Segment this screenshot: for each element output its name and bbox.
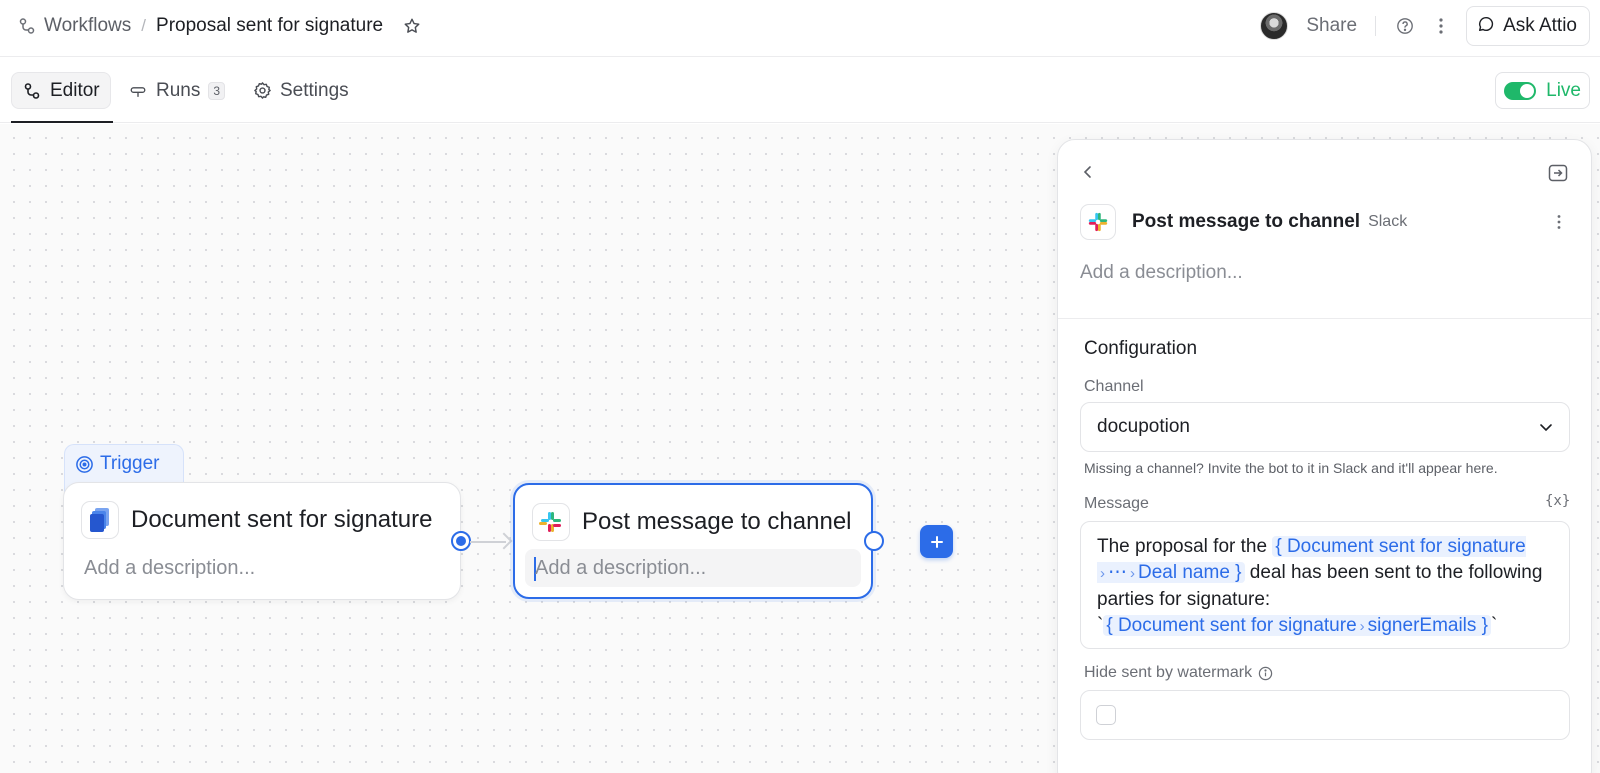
runs-icon xyxy=(128,81,148,101)
panel-description-input[interactable]: Add a description... xyxy=(1080,262,1243,284)
channel-help-text: Missing a channel? Invite the bot to it … xyxy=(1084,460,1498,476)
chip-text: Deal name } xyxy=(1138,562,1242,583)
chip-separator: › xyxy=(1100,565,1105,582)
hide-watermark-checkbox[interactable] xyxy=(1096,705,1116,725)
message-label: Message xyxy=(1084,495,1149,512)
panel-header: Post message to channel Slack xyxy=(1080,204,1407,240)
breadcrumb-workflows-link[interactable]: Workflows xyxy=(44,15,131,37)
trigger-output-port[interactable] xyxy=(451,531,471,551)
hide-watermark-label-text: Hide sent by watermark xyxy=(1084,664,1253,681)
message-text: The proposal for the xyxy=(1097,536,1273,557)
top-actions: Share Ask Attio xyxy=(1260,6,1590,46)
plus-icon xyxy=(930,535,944,549)
trigger-node-title: Document sent for signature xyxy=(131,506,433,533)
action-node-title: Post message to channel xyxy=(582,508,852,535)
star-icon[interactable] xyxy=(401,15,423,37)
live-label: Live xyxy=(1546,79,1581,101)
message-editor[interactable]: The proposal for the { Document sent for… xyxy=(1080,521,1570,649)
page-title[interactable]: Proposal sent for signature xyxy=(156,15,383,37)
chip-ellipsis: ⋯ xyxy=(1108,562,1127,583)
chat-bubble-icon xyxy=(1477,15,1495,38)
panel-subtitle: Slack xyxy=(1368,213,1408,230)
action-node-description[interactable]: Add a description... xyxy=(535,557,706,580)
breadcrumb-separator: / xyxy=(141,16,147,35)
tab-editor[interactable]: Editor xyxy=(11,72,111,109)
variable-chip-signer-emails[interactable]: { Document sent for signature › signerEmai… xyxy=(1103,615,1492,636)
top-bar: Workflows / Proposal sent for signature … xyxy=(0,0,1600,57)
action-output-port[interactable] xyxy=(864,531,884,551)
divider xyxy=(1375,16,1377,36)
hide-watermark-label: Hide sent by watermark xyxy=(1084,664,1273,682)
workflow-icon xyxy=(16,15,38,37)
avatar[interactable] xyxy=(1260,12,1289,40)
tab-settings-label: Settings xyxy=(280,79,349,101)
workflow-icon xyxy=(22,81,42,101)
more-vertical-icon[interactable] xyxy=(1549,210,1569,234)
live-switch[interactable] xyxy=(1504,81,1537,100)
chip-text: { Document sent for signature xyxy=(1106,615,1357,636)
runs-count-badge: 3 xyxy=(208,81,226,100)
tab-bar: Editor Runs 3 Settings Live xyxy=(0,57,1600,123)
share-button[interactable]: Share xyxy=(1306,15,1357,37)
chip-separator: › xyxy=(1359,618,1365,635)
active-tab-indicator xyxy=(11,121,113,123)
more-vertical-icon[interactable] xyxy=(1430,15,1452,37)
step-config-panel: Post message to channel Slack Add a desc… xyxy=(1057,139,1592,773)
target-icon xyxy=(75,455,94,474)
breadcrumb: Workflows / Proposal sent for signature xyxy=(16,0,423,52)
chevron-down-icon xyxy=(1539,422,1553,432)
tab-runs[interactable]: Runs 3 xyxy=(118,72,235,109)
action-node[interactable]: Post message to channel Add a descriptio… xyxy=(513,483,873,599)
tab-runs-label: Runs xyxy=(156,79,201,101)
divider xyxy=(1058,318,1591,319)
gear-icon xyxy=(252,81,272,101)
chip-separator: › xyxy=(1130,565,1135,582)
channel-label: Channel xyxy=(1084,378,1144,395)
tab-settings[interactable]: Settings xyxy=(242,72,359,109)
ask-attio-button[interactable]: Ask Attio xyxy=(1466,6,1590,46)
configuration-heading: Configuration xyxy=(1084,338,1198,359)
live-toggle[interactable]: Live xyxy=(1495,72,1590,109)
chip-text: signerEmails } xyxy=(1367,615,1489,636)
expand-panel-icon[interactable] xyxy=(1547,162,1569,184)
insert-variable-button[interactable]: {x} xyxy=(1545,493,1570,513)
trigger-node[interactable]: Document sent for signature Add a descri… xyxy=(63,482,461,600)
slack-icon xyxy=(1080,204,1116,240)
trigger-node-description[interactable]: Add a description... xyxy=(84,557,255,580)
back-chevron-icon[interactable] xyxy=(1078,162,1098,182)
channel-select[interactable]: docupotion xyxy=(1080,402,1570,452)
trigger-label: Trigger xyxy=(100,453,160,474)
add-step-button[interactable] xyxy=(920,525,953,558)
message-backtick: ` xyxy=(1491,615,1498,636)
info-icon[interactable] xyxy=(1258,666,1273,681)
chip-text: { Document sent for signature xyxy=(1275,536,1526,557)
channel-select-value: docupotion xyxy=(1097,416,1190,437)
slack-icon xyxy=(532,503,570,541)
ask-attio-label: Ask Attio xyxy=(1503,15,1577,36)
document-icon xyxy=(81,501,119,539)
hide-watermark-field xyxy=(1080,690,1570,740)
tab-editor-label: Editor xyxy=(50,79,100,101)
panel-title: Post message to channel xyxy=(1132,211,1361,232)
help-icon[interactable] xyxy=(1394,15,1416,37)
